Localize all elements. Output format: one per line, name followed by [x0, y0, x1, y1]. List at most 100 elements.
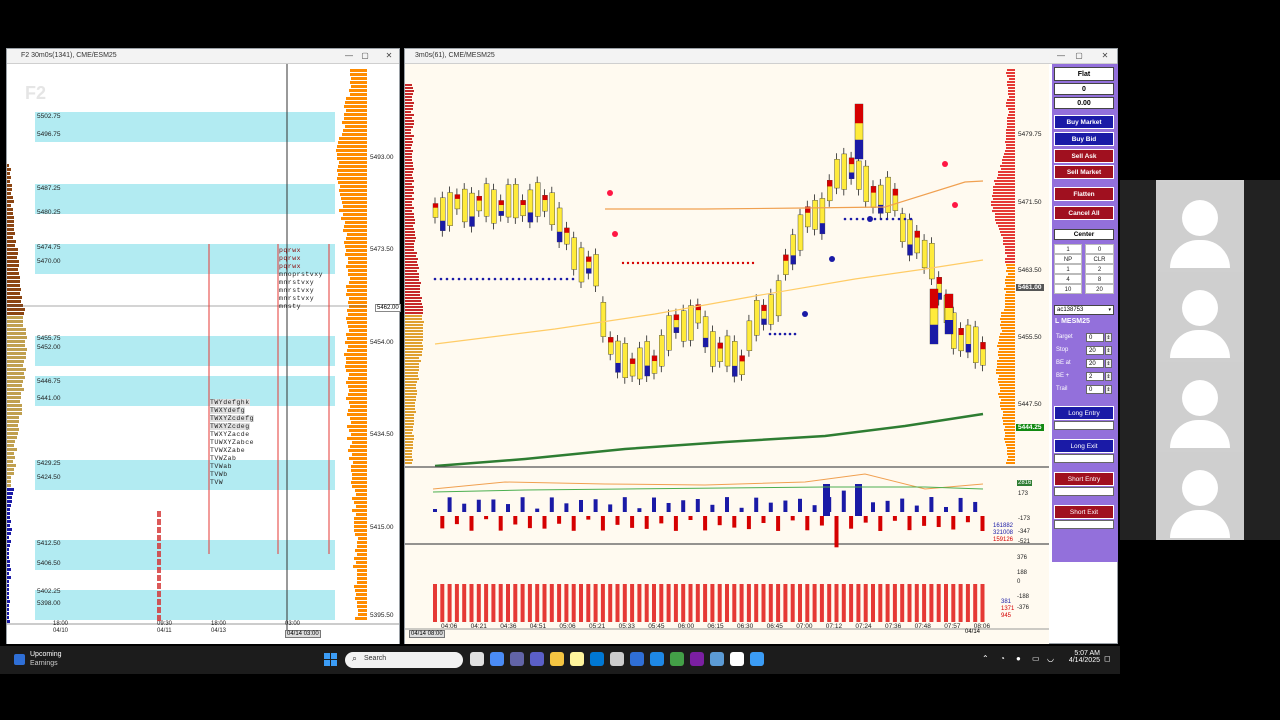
window-app-icon[interactable] — [730, 652, 744, 666]
teams-icon[interactable] — [510, 652, 524, 666]
long-entry-select[interactable] — [1054, 421, 1114, 430]
copilot-icon[interactable] — [470, 652, 484, 666]
maximize-icon[interactable]: ▢ — [1071, 49, 1087, 63]
spinner-icon[interactable]: ⇕ — [1105, 385, 1112, 394]
qty-cell[interactable]: 10 — [1054, 284, 1082, 294]
delta-bar — [732, 516, 736, 528]
spinner-icon[interactable]: ⇕ — [1105, 372, 1112, 381]
volume-profile-bar — [405, 180, 414, 182]
account-select[interactable]: ac138753 ▾ — [1054, 305, 1114, 315]
minimize-icon[interactable]: — — [341, 49, 357, 63]
center-button[interactable]: Center — [1054, 229, 1114, 240]
search-box[interactable]: ⌕ Search — [345, 652, 463, 668]
delta-bar — [769, 503, 773, 512]
notification-bell-icon[interactable]: ◻ — [1104, 654, 1111, 663]
volume-bar — [543, 584, 547, 622]
close-icon[interactable]: ✕ — [381, 49, 397, 63]
volume-profile-bar — [1007, 81, 1015, 83]
volume-profile-bar — [405, 252, 417, 254]
volume-profile-bar — [405, 261, 417, 263]
display-icon[interactable]: ▭ — [1032, 654, 1040, 663]
teams-chat-icon[interactable] — [530, 652, 544, 666]
file-explorer-icon[interactable] — [550, 652, 564, 666]
short-entry-button[interactable]: Short Entry — [1054, 472, 1114, 486]
cancel-all-button[interactable]: Cancel All — [1054, 206, 1114, 220]
param-input[interactable]: 20 — [1086, 346, 1104, 355]
market-profile-chart[interactable] — [7, 64, 399, 644]
outlook-icon[interactable] — [590, 652, 604, 666]
buy-bid-button[interactable]: Buy Bid — [1054, 132, 1114, 146]
param-input[interactable]: 20 — [1086, 359, 1104, 368]
level-dot — [500, 278, 503, 281]
photos-icon[interactable] — [630, 652, 644, 666]
short-exit-select[interactable] — [1054, 520, 1114, 529]
volume-profile-bar — [405, 258, 418, 260]
indicator-value: 321008 — [993, 530, 1013, 536]
indicator-axis-label: 2816 — [1017, 480, 1032, 486]
volume-profile-bar — [1003, 243, 1015, 245]
qty-cell[interactable]: 1 — [1054, 244, 1082, 254]
long-exit-button[interactable]: Long Exit — [1054, 439, 1114, 453]
buy-market-button[interactable]: Buy Market — [1054, 115, 1114, 129]
level-dot — [717, 262, 719, 264]
volume-bar — [900, 584, 904, 622]
qty-cell[interactable]: 20 — [1085, 284, 1114, 294]
volume-profile-bar — [1000, 333, 1015, 335]
remote-desktop-icon[interactable] — [710, 652, 724, 666]
weather-widget[interactable]: Upcoming Earnings — [12, 650, 92, 670]
close-icon[interactable]: ✕ — [1097, 49, 1113, 63]
settings-icon[interactable] — [610, 652, 624, 666]
network-icon[interactable]: ◔ — [1000, 654, 1005, 663]
qty-cell[interactable]: 8 — [1085, 274, 1114, 284]
tray-chevron-icon[interactable]: ⌃ — [982, 654, 989, 663]
qty-cell[interactable]: CLR — [1085, 254, 1114, 264]
long-exit-select[interactable] — [1054, 454, 1114, 463]
level-dot — [627, 262, 629, 264]
main-green-price-tag: 5444.25 — [1016, 424, 1044, 431]
candle-body — [922, 240, 927, 268]
start-button[interactable] — [324, 653, 337, 666]
qty-cell[interactable]: 4 — [1054, 274, 1082, 284]
edge-icon[interactable] — [650, 652, 664, 666]
profile-row: TVWZab — [210, 455, 236, 462]
short-exit-button[interactable]: Short Exit — [1054, 505, 1114, 519]
long-entry-button[interactable]: Long Entry — [1054, 406, 1114, 420]
chrome-icon[interactable] — [670, 652, 684, 666]
minimize-icon[interactable]: — — [1053, 49, 1069, 63]
sell-market-button[interactable]: Sell Market — [1054, 165, 1114, 179]
level-dot — [657, 262, 659, 264]
short-entry-select[interactable] — [1054, 487, 1114, 496]
volume-bar — [7, 396, 21, 399]
notes-icon[interactable] — [570, 652, 584, 666]
qty-cell[interactable]: NP — [1054, 254, 1082, 264]
visual-studio-icon[interactable] — [690, 652, 704, 666]
volume-profile-bar — [405, 417, 414, 419]
volume-bar — [564, 584, 568, 622]
qty-cell[interactable]: 0 — [1085, 244, 1114, 254]
signal-dot — [867, 216, 873, 222]
maximize-icon[interactable]: ▢ — [357, 49, 373, 63]
main-window-titlebar[interactable]: 3m0s(61), CME/MESM25 — ▢ ✕ — [405, 49, 1117, 64]
spinner-icon[interactable]: ⇕ — [1105, 346, 1112, 355]
price-chart[interactable] — [405, 64, 1049, 644]
volume-profile-bar — [1005, 441, 1015, 443]
delta-bar — [564, 503, 568, 512]
microphone-icon[interactable]: ● — [1016, 654, 1021, 663]
task-view-icon[interactable] — [490, 652, 504, 666]
param-input[interactable]: 0 — [1086, 333, 1104, 342]
param-input[interactable]: 2 — [1086, 372, 1104, 381]
wifi-icon[interactable]: ◡ — [1047, 654, 1054, 663]
qty-cell[interactable]: 2 — [1085, 264, 1114, 274]
sell-ask-button[interactable]: Sell Ask — [1054, 149, 1114, 163]
volume-profile-bar — [1009, 111, 1015, 113]
flatten-button[interactable]: Flatten — [1054, 187, 1114, 201]
qty-cell[interactable]: 1 — [1054, 264, 1082, 274]
spinner-icon[interactable]: ⇕ — [1105, 333, 1112, 342]
volume-bar — [7, 572, 9, 575]
param-input[interactable]: 0 — [1086, 385, 1104, 394]
network-app-icon[interactable] — [750, 652, 764, 666]
profile-marker — [157, 607, 161, 613]
spinner-icon[interactable]: ⇕ — [1105, 359, 1112, 368]
left-window-titlebar[interactable]: F2 30m0s(1341), CME/ESM25 — ▢ ✕ — [7, 49, 399, 64]
clock[interactable]: 5:07 AM 4/14/2025 — [1060, 650, 1100, 664]
